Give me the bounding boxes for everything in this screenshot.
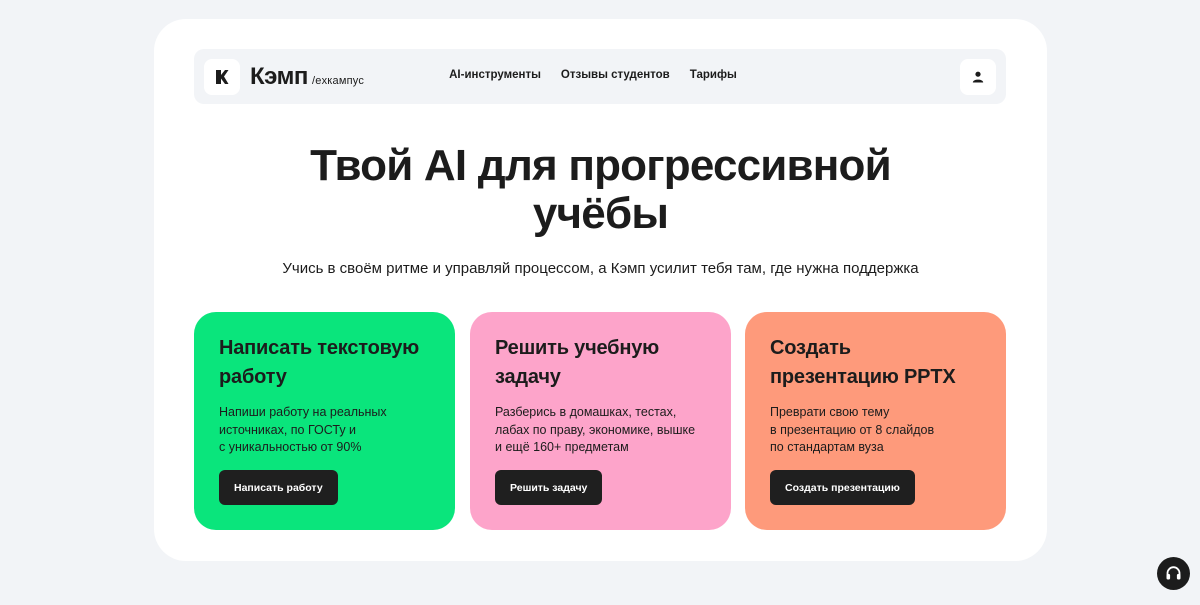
tile-write-paper[interactable]: Написать текстовую работу Напиши работу … xyxy=(194,312,455,530)
page-subtitle: Учись в своём ритме и управляй процессом… xyxy=(282,260,919,277)
tile-title: Решить учебную задачу xyxy=(495,337,660,388)
main-card: Кэмп /exкампус AI-инструменты Отзывы сту… xyxy=(154,19,1047,561)
tile-title: Создать презентацию PPTX xyxy=(770,337,956,388)
tile-description: Напиши работу на реальных источниках, по… xyxy=(219,405,387,454)
page-title-line-1: Твой AI для прогрессивной xyxy=(310,141,892,190)
nav-ai-tools[interactable]: AI-инструменты xyxy=(449,68,541,82)
tile-title: Написать текстовую работу xyxy=(219,337,420,388)
page-title-line-2: учёбы xyxy=(532,189,669,238)
solve-task-button[interactable]: Решить задачу xyxy=(495,470,603,505)
page-title: Твой AI для прогрессивной учёбы xyxy=(154,142,1047,238)
tile-solve-task[interactable]: Решить учебную задачу Разберись в домашк… xyxy=(470,312,731,530)
feature-tiles: Написать текстовую работу Напиши работу … xyxy=(194,312,1006,530)
tile-description: Преврати свою тему в презентацию от 8 сл… xyxy=(770,405,935,454)
user-icon xyxy=(972,71,984,83)
headphones-icon xyxy=(1166,566,1181,580)
tile-description: Разберись в домашках, тестах, лабах по п… xyxy=(495,405,696,454)
main-nav: AI-инструменты Отзывы студентов Тарифы xyxy=(194,68,1006,82)
tile-create-presentation[interactable]: Создать презентацию PPTX Преврати свою т… xyxy=(745,312,1006,530)
nav-pricing[interactable]: Тарифы xyxy=(690,68,737,82)
header-bar: Кэмп /exкампус AI-инструменты Отзывы сту… xyxy=(194,49,1006,104)
support-chat-button[interactable] xyxy=(1157,557,1190,590)
user-profile-button[interactable] xyxy=(960,59,996,95)
nav-student-reviews[interactable]: Отзывы студентов xyxy=(561,68,670,82)
create-presentation-button[interactable]: Создать презентацию xyxy=(770,470,915,505)
write-paper-button[interactable]: Написать работу xyxy=(219,470,338,505)
